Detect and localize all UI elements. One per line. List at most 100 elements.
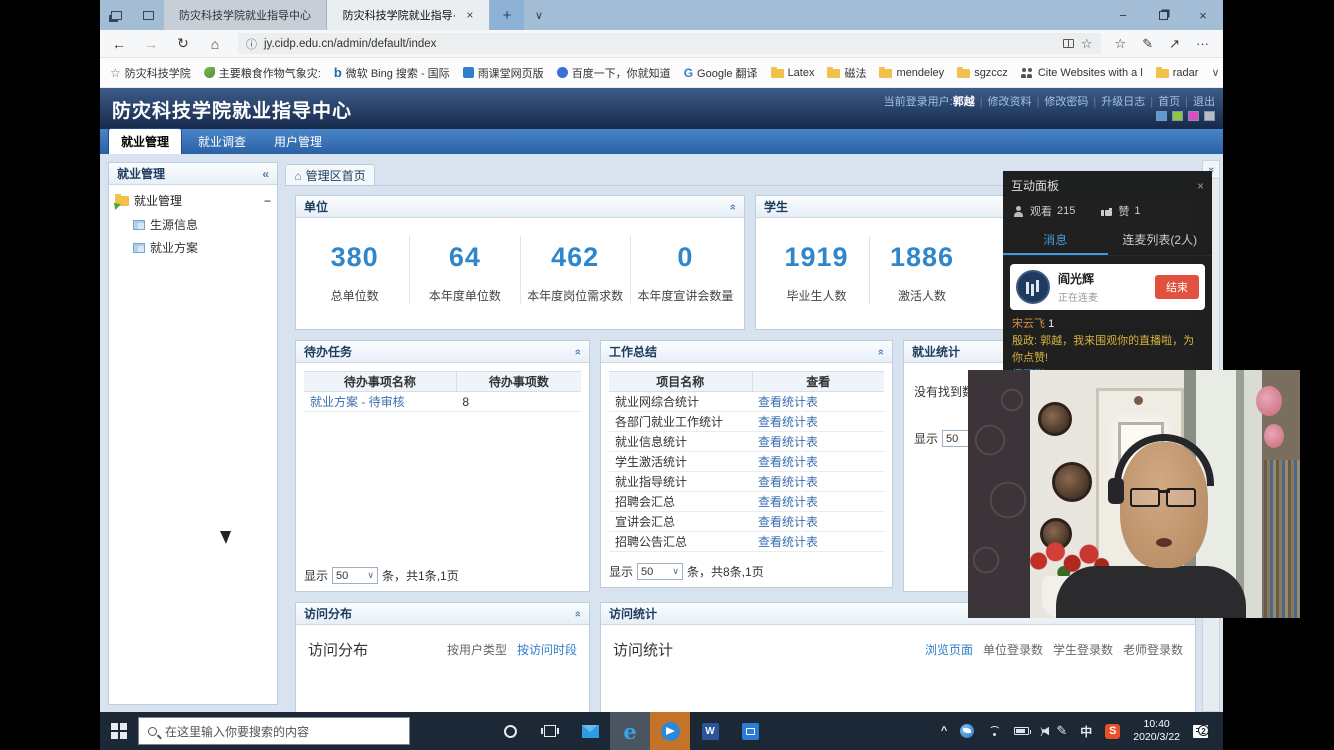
- filter-unit-logins[interactable]: 单位登录数: [983, 641, 1043, 658]
- streaming-app-button[interactable]: [650, 712, 690, 750]
- mail-app-button[interactable]: [570, 712, 610, 750]
- bookmark-item[interactable]: GGoogle 翻译: [684, 65, 758, 81]
- bookmark-item[interactable]: 主要粮食作物气象灾:: [204, 65, 321, 81]
- tab-close-icon[interactable]: ×: [466, 8, 473, 22]
- url-field[interactable]: ⓘ jy.cidp.edu.cn/admin/default/index ☆: [238, 33, 1101, 54]
- meeting-app-button[interactable]: [730, 712, 770, 750]
- volume-icon[interactable]: ): [1042, 726, 1043, 736]
- refresh-icon[interactable]: ↻: [174, 35, 192, 52]
- tree-collapse-icon[interactable]: −: [264, 194, 271, 208]
- bookmark-item[interactable]: Cite Websites with a l: [1021, 67, 1143, 79]
- task-view-icon: [544, 725, 556, 737]
- bookmark-item[interactable]: 雨课堂网页版: [463, 65, 544, 81]
- battery-icon[interactable]: [1014, 727, 1029, 735]
- bookmark-item[interactable]: sgzccz: [957, 67, 1008, 79]
- bookmark-item[interactable]: ☆防灾科技学院: [110, 65, 191, 81]
- close-button[interactable]: ×: [1183, 0, 1223, 30]
- new-tab-button[interactable]: +: [490, 0, 524, 30]
- view-stats-link[interactable]: 查看统计表: [758, 495, 818, 509]
- sidebar-item-source-info[interactable]: 生源信息: [109, 213, 277, 236]
- bookmark-item[interactable]: 百度一下，你就知道: [557, 65, 671, 81]
- filter-page-views[interactable]: 浏览页面: [925, 641, 973, 658]
- nav-tab-employment-mgmt[interactable]: 就业管理: [108, 128, 182, 154]
- filter-student-logins[interactable]: 学生登录数: [1053, 641, 1113, 658]
- word-app-button[interactable]: W: [690, 712, 730, 750]
- favorite-star-icon[interactable]: ☆: [1081, 36, 1093, 52]
- view-stats-link[interactable]: 查看统计表: [758, 395, 818, 409]
- tab-list-chevron-icon[interactable]: ∨: [524, 0, 554, 30]
- sidebar-item-employment-plan[interactable]: 就业方案: [109, 236, 277, 259]
- view-stats-link[interactable]: 查看统计表: [758, 435, 818, 449]
- bookmarks-overflow-icon[interactable]: ∨: [1211, 66, 1219, 79]
- tab-preview-icon[interactable]: [100, 0, 132, 30]
- bookmark-item[interactable]: mendeley: [879, 67, 944, 79]
- nav-tab-user-mgmt[interactable]: 用户管理: [262, 129, 334, 154]
- view-stats-link[interactable]: 查看统计表: [758, 455, 818, 469]
- reading-view-icon[interactable]: [1063, 39, 1074, 48]
- bookmark-item[interactable]: 磁法: [827, 65, 866, 81]
- view-stats-link[interactable]: 查看统计表: [758, 475, 818, 489]
- share-icon[interactable]: ↗: [1169, 36, 1180, 52]
- page-size-select[interactable]: 50∨: [637, 563, 683, 580]
- link-edit-profile[interactable]: 修改资料: [988, 96, 1032, 108]
- start-button[interactable]: [100, 712, 138, 750]
- collapse-panel-icon[interactable]: »: [875, 348, 887, 354]
- info-icon[interactable]: ⓘ: [246, 36, 257, 52]
- panel-title: 待办任务: [304, 343, 352, 360]
- close-icon[interactable]: ×: [1197, 179, 1204, 193]
- browser-tab-inactive[interactable]: 防灾科技学院就业指导中心: [164, 0, 327, 30]
- collapse-panel-icon[interactable]: »: [727, 203, 739, 209]
- theme-swatch-magenta[interactable]: [1188, 111, 1199, 121]
- nav-tab-employment-survey[interactable]: 就业调查: [186, 129, 258, 154]
- tab-mic-list[interactable]: 连麦列表(2人): [1108, 226, 1213, 255]
- view-stats-link[interactable]: 查看统计表: [758, 515, 818, 529]
- more-options-icon[interactable]: ···: [1196, 36, 1209, 52]
- collapse-panel-icon[interactable]: »: [572, 348, 584, 354]
- filter-by-user-type[interactable]: 按用户类型: [447, 641, 507, 658]
- action-center-button[interactable]: 2: [1193, 723, 1215, 739]
- filter-teacher-logins[interactable]: 老师登录数: [1123, 641, 1183, 658]
- tray-expand-icon[interactable]: ^: [941, 725, 947, 737]
- view-stats-link[interactable]: 查看统计表: [758, 535, 818, 549]
- content-tab-admin-home[interactable]: ⌂ 管理区首页: [285, 164, 375, 186]
- theme-swatch-blue[interactable]: [1156, 111, 1167, 121]
- minimize-button[interactable]: −: [1103, 0, 1143, 30]
- page-size-select[interactable]: 50∨: [332, 567, 378, 584]
- view-stats-link[interactable]: 查看统计表: [758, 415, 818, 429]
- link-change-password[interactable]: 修改密码: [1044, 96, 1088, 108]
- browser-tab-active[interactable]: 防灾科技学院就业指导· ×: [327, 0, 490, 30]
- taskbar-search[interactable]: 在这里输入你要搜索的内容: [138, 717, 410, 745]
- wifi-icon[interactable]: [987, 726, 1001, 737]
- tab-messages[interactable]: 消息: [1003, 226, 1108, 255]
- tray-app-icon[interactable]: [960, 724, 974, 738]
- link-logout[interactable]: 退出: [1193, 96, 1215, 108]
- url-text[interactable]: jy.cidp.edu.cn/admin/default/index: [264, 38, 1056, 50]
- sidebar-tree-root[interactable]: 就业管理 −: [109, 185, 277, 213]
- edge-app-button[interactable]: e: [610, 712, 650, 750]
- theme-swatch-green[interactable]: [1172, 111, 1183, 121]
- cortana-button[interactable]: [490, 712, 530, 750]
- bookmark-item[interactable]: Latex: [771, 67, 815, 79]
- favorites-hub-icon[interactable]: ☆: [1115, 36, 1127, 52]
- link-upgrade-log[interactable]: 升级日志: [1101, 96, 1145, 108]
- sidebar-collapse-icon[interactable]: «: [262, 167, 269, 181]
- task-view-button[interactable]: [530, 712, 570, 750]
- ime-indicator[interactable]: 中: [1080, 723, 1092, 740]
- bookmark-item[interactable]: radar: [1156, 67, 1199, 79]
- home-icon[interactable]: ⌂: [206, 36, 224, 52]
- restore-button[interactable]: [1143, 0, 1183, 30]
- forward-icon[interactable]: →: [142, 36, 160, 52]
- set-tabs-aside-icon[interactable]: [132, 0, 164, 30]
- link-home[interactable]: 首页: [1158, 96, 1180, 108]
- pen-icon[interactable]: ✎: [1056, 723, 1067, 739]
- taskbar-clock[interactable]: 10:402020/3/22: [1133, 718, 1180, 744]
- theme-swatch-gray[interactable]: [1204, 111, 1215, 121]
- end-mic-button[interactable]: 结束: [1155, 275, 1199, 299]
- bookmark-item[interactable]: b微软 Bing 搜索 - 国际: [334, 65, 450, 81]
- annotate-pen-icon[interactable]: ✎: [1142, 36, 1153, 52]
- back-icon[interactable]: ←: [110, 36, 128, 52]
- sogou-icon[interactable]: S: [1105, 724, 1120, 739]
- todo-link[interactable]: 就业方案 - 待审核: [310, 395, 405, 409]
- collapse-panel-icon[interactable]: »: [572, 610, 584, 616]
- filter-by-time-period[interactable]: 按访问时段: [517, 641, 577, 658]
